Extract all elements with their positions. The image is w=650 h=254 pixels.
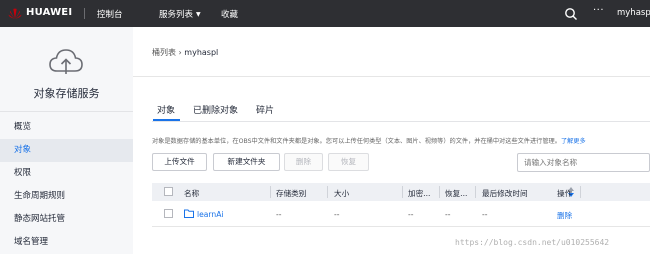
description: 对象是数据存储的基本单位，在OBS中文件和文件夹都是对象。您可以上传任何类型（文… [152,136,586,145]
cell-size: -- [334,210,340,219]
table-row[interactable]: learnAi -- -- -- -- -- 删除 [152,201,650,227]
col-operation: 操作 [557,189,573,198]
divider [0,111,133,112]
description-text: 对象是数据存储的基本单位，在OBS中文件和文件夹都是对象。您可以上传任何类型（文… [152,138,561,145]
tab-objects[interactable]: 对象 [157,103,175,116]
nav-favorites[interactable]: 收藏 [221,8,238,20]
column-separator [327,186,328,198]
cell-restore: -- [445,210,451,219]
cloud-upload-icon [49,49,83,74]
cell-encryption: -- [408,210,414,219]
col-name[interactable]: 名称 [184,188,199,199]
tab-deleted-objects[interactable]: 已删除对象 [193,103,238,116]
breadcrumb-separator: › [178,48,182,57]
col-last-modified[interactable]: 最后修改时间 [482,188,528,199]
cell-storage-class: -- [276,210,282,219]
breadcrumb-current: myhaspl [184,48,219,57]
column-separator [475,186,476,198]
tab-divider [152,121,650,122]
new-folder-button[interactable]: 新建文件夹 [213,153,280,171]
huawei-logo-icon[interactable] [8,7,22,20]
folder-icon [184,209,194,218]
nav-service-list-label: 服务列表 [159,10,194,20]
sidebar-item-domain[interactable]: 域名管理 [0,231,133,254]
table-header: 名称 存储类别 大小 加密... 恢复... 最后修改时间 操作 [152,183,650,201]
watermark: https://blog.csdn.net/u010255642 [455,238,610,247]
column-separator [580,186,581,198]
restore-button[interactable]: 恢复 [328,153,369,171]
select-all-checkbox[interactable] [164,187,173,196]
sidebar-item-permissions[interactable]: 权限 [0,162,133,185]
tab-fragments[interactable]: 碎片 [256,103,274,116]
top-nav-bar: HUAWEI 控制台 服务列表 ▼ 收藏 ··· myhaspl [0,0,650,27]
col-size[interactable]: 大小 [334,188,349,199]
divider [84,8,85,19]
col-encryption[interactable]: 加密... [408,188,430,199]
learn-more-link[interactable]: 了解更多 [561,138,586,145]
caret-down-icon: ▼ [196,11,201,18]
col-storage-class[interactable]: 存储类别 [276,188,306,199]
divider [133,76,650,77]
breadcrumb: 桶列表 › myhaspl [152,47,218,58]
sidebar-item-static-website[interactable]: 静态网站托管 [0,208,133,231]
row-delete-link[interactable]: 删除 [557,210,572,221]
col-restore[interactable]: 恢复... [445,188,467,199]
object-search-input[interactable] [517,153,650,172]
sidebar-item-overview[interactable]: 概览 [0,116,133,139]
column-separator [402,186,403,198]
breadcrumb-bucket-list[interactable]: 桶列表 [152,48,176,57]
more-menu-button[interactable]: ··· [593,5,604,16]
upload-file-button[interactable]: 上传文件 [152,153,207,171]
nav-console[interactable]: 控制台 [97,8,123,20]
service-title: 对象存储服务 [33,87,100,100]
main-content: 桶列表 › myhaspl 对象 已删除对象 碎片 对象是数据存储的基本单位，在… [133,27,650,254]
column-separator [270,186,271,198]
object-name-link[interactable]: learnAi [197,210,224,219]
nav-service-list[interactable]: 服务列表 ▼ [159,8,201,20]
row-checkbox[interactable] [164,209,173,218]
delete-button[interactable]: 删除 [284,153,323,171]
sidebar: 对象存储服务 概览 对象 权限 生命周期规则 静态网站托管 域名管理 [0,27,133,254]
column-separator [439,186,440,198]
user-account[interactable]: myhaspl [617,8,650,18]
search-icon[interactable] [564,7,578,21]
sidebar-item-lifecycle[interactable]: 生命周期规则 [0,185,133,208]
sidebar-item-objects[interactable]: 对象 [0,139,133,162]
cell-last-modified: -- [482,210,488,219]
brand-name[interactable]: HUAWEI [26,7,72,18]
